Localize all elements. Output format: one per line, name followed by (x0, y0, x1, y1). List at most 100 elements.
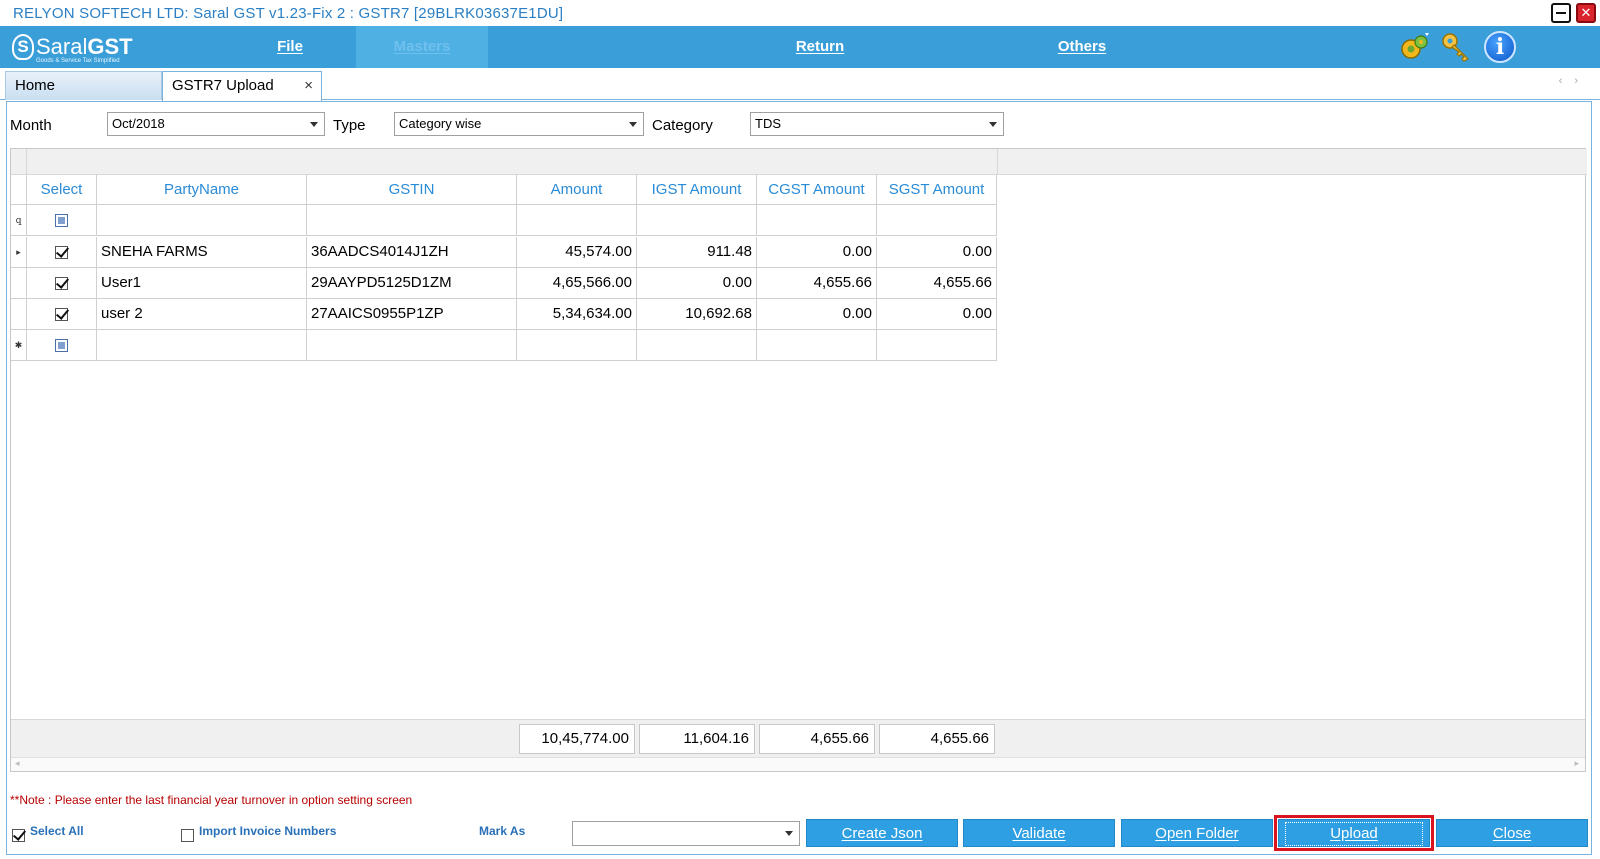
current-row-indicator: ▸ (11, 237, 27, 268)
amount-cell[interactable]: 45,574.00 (517, 237, 637, 268)
sgst-cell[interactable]: 0.00 (877, 299, 997, 330)
chevron-down-icon (310, 122, 318, 127)
select-all-checkbox[interactable] (12, 826, 25, 842)
mark-as-label: Mark As (479, 824, 526, 838)
gstin-cell[interactable]: 36AADCS4014J1ZH (307, 237, 517, 268)
row-checkbox[interactable] (55, 307, 68, 321)
cgst-cell[interactable]: 0.00 (757, 299, 877, 330)
open-folder-button[interactable]: Open Folder (1121, 819, 1273, 847)
close-tab-icon[interactable]: × (304, 72, 313, 100)
new-row-amount-cell[interactable] (517, 330, 637, 361)
note-text: **Note : Please enter the last financial… (10, 793, 413, 807)
filter-amount-cell[interactable] (517, 205, 637, 236)
menu-bar: S SaralGST Goods & Service Tax Simplifie… (0, 26, 1600, 68)
party-name-cell[interactable]: user 2 (97, 299, 307, 330)
month-label: Month (10, 117, 52, 134)
col-header-amount[interactable]: Amount (517, 175, 637, 205)
menu-others[interactable]: Others (1022, 26, 1142, 68)
amount-cell[interactable]: 5,34,634.00 (517, 299, 637, 330)
logo-icon: S (12, 34, 34, 60)
row-header-corner (11, 175, 27, 205)
tab-home[interactable]: Home (5, 71, 162, 100)
info-icon[interactable]: i (1484, 31, 1516, 63)
title-bar: RELYON SOFTECH LTD: Saral GST v1.23-Fix … (0, 0, 1600, 26)
window-title: RELYON SOFTECH LTD: Saral GST v1.23-Fix … (13, 5, 564, 22)
select-all-label[interactable]: Select All (30, 824, 84, 838)
new-row-sgst-cell[interactable] (877, 330, 997, 361)
tab-strip: Home GSTR7 Upload × ‹› (0, 68, 1600, 101)
close-button[interactable]: Close (1436, 819, 1588, 847)
tab-scroll-arrows[interactable]: ‹› (1559, 75, 1590, 87)
chevron-down-icon (989, 122, 997, 127)
col-header-select[interactable]: Select (27, 175, 97, 205)
filter-igst-cell[interactable] (637, 205, 757, 236)
new-row-party-cell[interactable] (97, 330, 307, 361)
row-checkbox[interactable] (55, 245, 68, 259)
import-invoice-label[interactable]: Import Invoice Numbers (199, 824, 336, 838)
table-row-select[interactable] (27, 299, 97, 330)
new-row-checkbox[interactable] (55, 338, 68, 352)
sgst-cell[interactable]: 4,655.66 (877, 268, 997, 299)
row-checkbox[interactable] (55, 276, 68, 290)
tab-gstr7-upload-label: GSTR7 Upload (172, 77, 274, 94)
menu-file[interactable]: File (230, 26, 350, 68)
total-igst: 11,604.16 (639, 724, 755, 754)
col-header-gstin[interactable]: GSTIN (307, 175, 517, 205)
tab-gstr7-upload[interactable]: GSTR7 Upload × (162, 71, 322, 101)
total-amount: 10,45,774.00 (519, 724, 635, 754)
filter-row-indicator: ꝗ (11, 205, 27, 236)
new-row-igst-cell[interactable] (637, 330, 757, 361)
party-name-cell[interactable]: SNEHA FARMS (97, 237, 307, 268)
grid-group-panel (11, 149, 1587, 175)
mark-as-dropdown[interactable] (572, 821, 800, 846)
igst-cell[interactable]: 0.00 (637, 268, 757, 299)
igst-cell[interactable]: 10,692.68 (637, 299, 757, 330)
close-window-button[interactable]: ✕ (1576, 3, 1596, 23)
party-name-cell[interactable]: User1 (97, 268, 307, 299)
filter-sgst-cell[interactable] (877, 205, 997, 236)
import-invoice-checkbox[interactable] (181, 826, 194, 842)
type-dropdown[interactable]: Category wise (394, 112, 644, 136)
igst-cell[interactable]: 911.48 (637, 237, 757, 268)
filter-cgst-cell[interactable] (757, 205, 877, 236)
filter-select-cell[interactable] (27, 205, 97, 236)
col-header-partyname[interactable]: PartyName (97, 175, 307, 205)
logo-tagline: Goods & Service Tax Simplified (36, 58, 120, 64)
table-row-select[interactable] (27, 237, 97, 268)
chevron-down-icon (785, 831, 793, 836)
menu-return[interactable]: Return (760, 26, 880, 68)
validate-button[interactable]: Validate (963, 819, 1115, 847)
menu-masters[interactable]: Masters (356, 26, 488, 68)
col-header-cgst[interactable]: CGST Amount (757, 175, 877, 205)
table-row-select[interactable] (27, 268, 97, 299)
gear-icon[interactable] (1398, 31, 1430, 63)
filter-checkbox[interactable] (55, 213, 68, 227)
gstin-cell[interactable]: 27AAICS0955P1ZP (307, 299, 517, 330)
col-header-igst[interactable]: IGST Amount (637, 175, 757, 205)
type-label: Type (333, 117, 366, 134)
amount-cell[interactable]: 4,65,566.00 (517, 268, 637, 299)
new-row-cgst-cell[interactable] (757, 330, 877, 361)
filter-party-cell[interactable] (97, 205, 307, 236)
sgst-cell[interactable]: 0.00 (877, 237, 997, 268)
upload-button[interactable]: Upload (1274, 815, 1434, 851)
col-header-sgst[interactable]: SGST Amount (877, 175, 997, 205)
minimize-button[interactable] (1551, 3, 1571, 23)
gstin-cell[interactable]: 29AAYPD5125D1ZM (307, 268, 517, 299)
grid-totals-row: 10,45,774.00 11,604.16 4,655.66 4,655.66 (11, 719, 1585, 757)
total-cgst: 4,655.66 (759, 724, 875, 754)
category-dropdown[interactable]: TDS (750, 112, 1004, 136)
app-logo: S SaralGST Goods & Service Tax Simplifie… (12, 32, 133, 64)
cgst-cell[interactable]: 0.00 (757, 237, 877, 268)
new-row-indicator: ✱ (11, 330, 27, 361)
horizontal-scrollbar[interactable]: ◂ ▸ (11, 757, 1585, 771)
month-dropdown[interactable]: Oct/2018 (107, 112, 325, 136)
chevron-down-icon (629, 122, 637, 127)
filter-gstin-cell[interactable] (307, 205, 517, 236)
key-icon[interactable] (1440, 31, 1472, 63)
create-json-button[interactable]: Create Json (806, 819, 958, 847)
new-row-select[interactable] (27, 330, 97, 361)
new-row-gstin-cell[interactable] (307, 330, 517, 361)
cgst-cell[interactable]: 4,655.66 (757, 268, 877, 299)
category-label: Category (652, 117, 713, 134)
